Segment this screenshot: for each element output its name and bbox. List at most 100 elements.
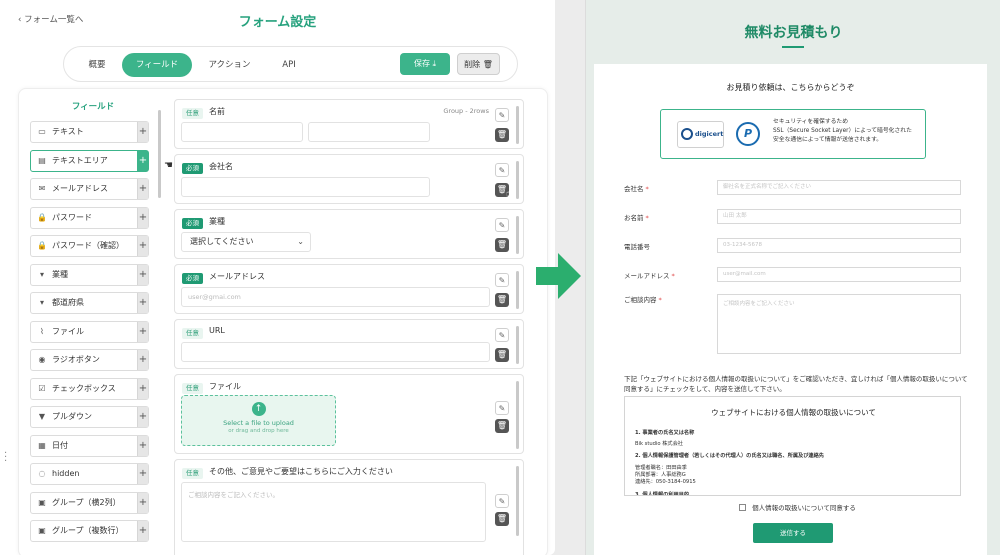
- save-button[interactable]: 保存 ⤓: [400, 53, 450, 75]
- palette-title: フィールド: [71, 102, 115, 112]
- palette-item[interactable]: 🔒 パスワード（確認） +: [30, 235, 149, 257]
- paperclip-icon: ⌇: [40, 326, 44, 336]
- name-input[interactable]: 山田 太郎: [717, 209, 961, 224]
- palette-item-label: チェックボックス: [52, 383, 116, 393]
- required-badge: 必須: [182, 218, 203, 229]
- edit-icon[interactable]: ✎: [495, 218, 509, 232]
- trash-icon[interactable]: 🗑: [495, 348, 509, 362]
- agreement-text: 下記「ウェブサイトにおける個人情報の取扱いについて」をご確認いただき、宜しければ…: [624, 375, 968, 393]
- plus-icon[interactable]: +: [137, 122, 148, 142]
- edit-icon[interactable]: ✎: [495, 401, 509, 415]
- palette-item[interactable]: ✉ メールアドレス +: [30, 178, 149, 200]
- company-input-preview: [181, 177, 430, 197]
- palette-item[interactable]: ▣ グループ（横2列） +: [30, 491, 149, 514]
- lock-icon: 🔒: [37, 241, 47, 250]
- url-input-preview: [181, 342, 490, 362]
- card-scrollbar[interactable]: [516, 381, 519, 449]
- trash-icon[interactable]: 🗑: [495, 512, 509, 526]
- palette-item-label: パスワード（確認）: [52, 241, 124, 250]
- field-card-file[interactable]: 任意 ファイル ↑ Select a file to upload or dra…: [174, 374, 524, 454]
- palette-item[interactable]: ◉ ラジオボタン +: [30, 349, 149, 371]
- tab-fields[interactable]: フィールド: [122, 53, 192, 77]
- field-card-url[interactable]: 任意 URL ✎ 🗑: [174, 319, 524, 369]
- plus-icon[interactable]: +: [137, 350, 148, 370]
- field-card-company[interactable]: 必須 会社名 ✎ 🗑: [174, 154, 524, 204]
- plus-icon[interactable]: +: [137, 150, 148, 171]
- palette-item[interactable]: ⌇ ファイル +: [30, 320, 149, 343]
- plus-icon[interactable]: +: [137, 264, 148, 285]
- phone-input[interactable]: 03-1234-5678: [717, 238, 961, 253]
- company-label: 会社名 *: [624, 185, 649, 193]
- field-card-label: 会社名: [209, 162, 233, 171]
- card-scrollbar[interactable]: [516, 271, 519, 309]
- trash-icon[interactable]: 🗑: [495, 419, 509, 433]
- palette-item[interactable]: ▭ テキスト +: [30, 121, 149, 143]
- plus-icon[interactable]: +: [137, 435, 148, 456]
- tab-api[interactable]: API: [264, 53, 314, 77]
- palette-item[interactable]: ▣ グループ（複数行） +: [30, 520, 149, 542]
- preview-subtitle: お見積り依頼は、こちらからどうぞ: [726, 83, 855, 92]
- plus-icon[interactable]: +: [137, 407, 148, 427]
- trash-icon[interactable]: 🗑: [495, 293, 509, 307]
- card-scrollbar[interactable]: [516, 326, 519, 364]
- trash-icon[interactable]: 🗑: [495, 128, 509, 142]
- plus-icon[interactable]: +: [137, 378, 148, 399]
- phone-label: 電話番号: [624, 243, 650, 251]
- palette-item[interactable]: ▦ 日付 +: [30, 434, 149, 457]
- palette-item[interactable]: ☑ チェックボックス +: [30, 377, 149, 400]
- consent-checkbox-row[interactable]: 個人情報の取扱いについて同意する: [739, 502, 856, 512]
- delete-button[interactable]: 削除 🗑: [457, 53, 500, 75]
- plus-icon[interactable]: +: [137, 521, 148, 541]
- card-scrollbar[interactable]: [516, 106, 519, 144]
- palette-item[interactable]: ▾ 都道府県 +: [30, 292, 149, 314]
- plus-icon[interactable]: +: [137, 179, 148, 199]
- palette-scrollbar[interactable]: [158, 110, 161, 198]
- plus-icon[interactable]: +: [137, 207, 148, 228]
- email-input[interactable]: user@mail.com: [717, 267, 961, 282]
- drag-handle-icon[interactable]: · · ·: [4, 449, 7, 467]
- palette-item-label: プルダウン: [52, 412, 92, 421]
- text-field-icon: ▭: [38, 127, 46, 136]
- company-input[interactable]: 御社名を正式名称でご記入ください: [717, 180, 961, 195]
- plus-icon[interactable]: +: [137, 464, 148, 484]
- card-scrollbar[interactable]: [516, 161, 519, 199]
- edit-icon[interactable]: ✎: [495, 163, 509, 177]
- plus-icon[interactable]: +: [137, 236, 148, 256]
- group-hint: Group - 2rows: [443, 107, 489, 115]
- palette-item[interactable]: ▾ 業種 +: [30, 263, 149, 286]
- edit-icon[interactable]: ✎: [495, 494, 509, 508]
- palette-item-label: テキスト: [52, 127, 84, 136]
- trash-icon[interactable]: 🗑: [495, 238, 509, 252]
- name-label: お名前 *: [624, 214, 649, 222]
- palette-item[interactable]: ◌ hidden +: [30, 463, 149, 485]
- tab-actions[interactable]: アクション: [197, 53, 262, 77]
- privacy-policy-box[interactable]: ウェブサイトにおける個人情報の取扱いについて 1. 事業者の氏名又は名称 Bik …: [624, 396, 961, 496]
- pointer-cursor-icon: ☝: [506, 189, 512, 199]
- plus-icon[interactable]: +: [137, 492, 148, 513]
- file-upload-dropzone[interactable]: ↑ Select a file to upload or drag and dr…: [181, 395, 336, 446]
- optional-badge: 任意: [182, 383, 203, 394]
- field-card-name[interactable]: 任意 名前 Group - 2rows ✎ 🗑: [174, 99, 524, 149]
- palette-item[interactable]: ▼ プルダウン +: [30, 406, 149, 428]
- policy-text: 所属部署：人事総務G: [635, 472, 686, 478]
- consent-checkbox[interactable]: [739, 504, 746, 511]
- palette-item[interactable]: 🔒 パスワード +: [30, 206, 149, 229]
- plus-icon[interactable]: +: [137, 293, 148, 313]
- edit-icon[interactable]: ✎: [495, 108, 509, 122]
- tab-overview[interactable]: 概要: [72, 53, 122, 77]
- eye-off-icon: ◌: [38, 469, 46, 478]
- consent-label: 個人情報の取扱いについて同意する: [752, 504, 856, 512]
- submit-button[interactable]: 送信する: [753, 523, 833, 543]
- industry-select-preview[interactable]: 選択してください ⌄: [181, 232, 311, 252]
- card-scrollbar[interactable]: [516, 466, 519, 536]
- inquiry-textarea[interactable]: ご相談内容をご記入ください: [717, 294, 961, 354]
- field-card-industry[interactable]: 必須 業種 選択してください ⌄ ✎ 🗑: [174, 209, 524, 259]
- field-card-email[interactable]: 必須 メールアドレス user@gmai.com ✎ 🗑: [174, 264, 524, 314]
- card-scrollbar[interactable]: [516, 216, 519, 254]
- plus-icon[interactable]: +: [137, 321, 148, 342]
- palette-item[interactable]: ▤ テキストエリア +: [30, 149, 149, 172]
- edit-icon[interactable]: ✎: [495, 328, 509, 342]
- edit-icon[interactable]: ✎: [495, 273, 509, 287]
- calendar-icon: ▦: [38, 440, 46, 450]
- field-card-other[interactable]: 任意 その他、ご意見やご要望はこちらにご入力ください ご相談内容をご記入ください…: [174, 459, 524, 555]
